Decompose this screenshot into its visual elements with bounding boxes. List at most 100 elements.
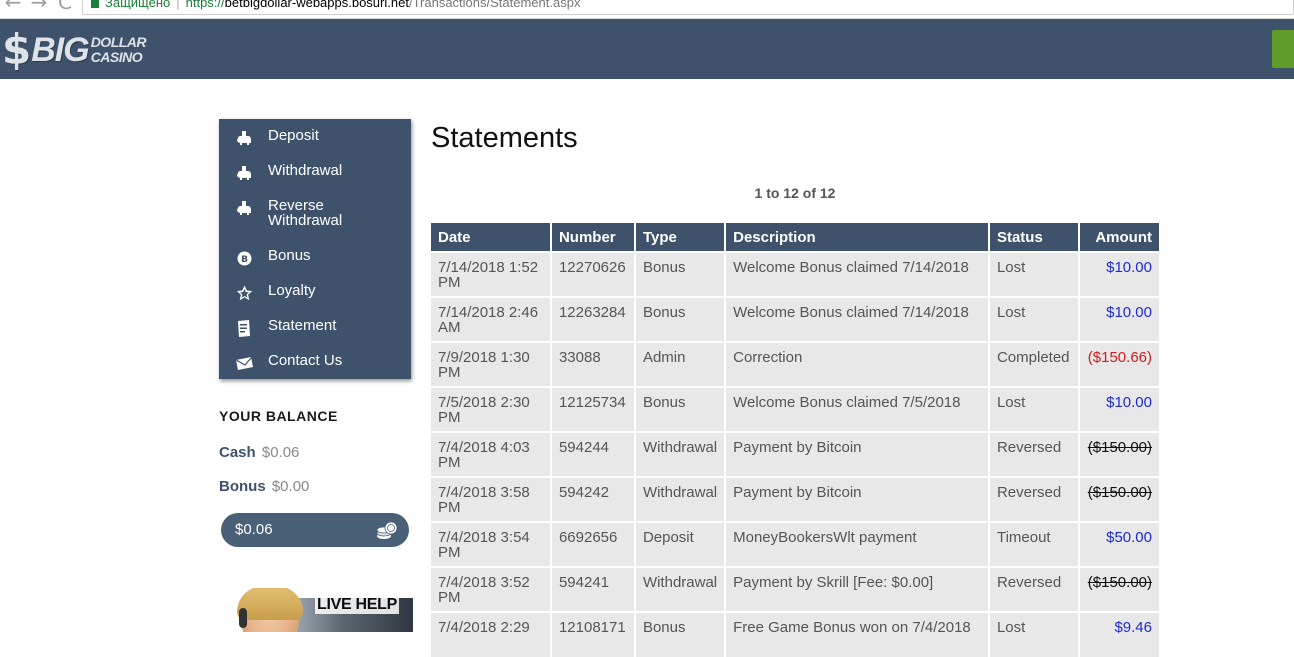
balance-heading: YOUR BALANCE (219, 408, 338, 424)
coins-icon (376, 520, 398, 540)
logo-line-1: DOLLAR (90, 34, 147, 50)
menu-item-loyalty[interactable]: Loyalty (219, 280, 411, 315)
amount-value: $10.00 (1106, 394, 1152, 411)
cell-description: Welcome Bonus claimed 7/14/2018 (725, 251, 990, 297)
url-host: betbigdollar-webapps.bosurl.net (224, 0, 409, 10)
cell-status: Lost (988, 611, 1080, 657)
site-logo[interactable]: $ BIG DOLLAR CASINO (2, 25, 147, 74)
menu-item-withdrawal[interactable]: Withdrawal (219, 160, 411, 195)
cell-description: Welcome Bonus claimed 7/5/2018 (725, 386, 990, 432)
cell-description: Payment by Bitcoin (725, 476, 990, 522)
browser-nav-buttons: ← → C (0, 0, 78, 14)
menu-item-label: Deposit (268, 127, 319, 144)
amount-value: ($150.00) (1087, 574, 1152, 591)
secure-label: Защищено (105, 0, 171, 10)
reload-icon[interactable]: C (52, 0, 78, 14)
amount-value: $50.00 (1106, 529, 1152, 546)
menu-item-reverse-withdrawal[interactable]: Reverse Withdrawal (219, 195, 411, 245)
menu-item-label: Withdrawal (268, 162, 343, 179)
bonus-value: $0.00 (271, 478, 310, 495)
logo-line-2: CASINO (90, 49, 143, 65)
cell-status: Reversed (988, 566, 1080, 612)
browser-toolbar: ← → C Защищено | https://betbigdollar-webapp… (0, 0, 1294, 19)
cell-number: 594244 (550, 431, 636, 477)
total-balance-pill[interactable]: $0.06 (221, 513, 409, 547)
cell-number: 6692656 (550, 521, 636, 567)
cell-type: Deposit (634, 521, 727, 567)
amount-value: ($150.66) (1087, 349, 1152, 366)
page-title: Statements (431, 122, 578, 154)
menu-item-bonus[interactable]: B Bonus (219, 245, 411, 280)
menu-item-statement[interactable]: Statement (219, 315, 411, 350)
bonus-coin-icon: B (235, 249, 253, 267)
menu-item-label: Statement (268, 317, 337, 334)
cell-amount: ($150.00) (1078, 431, 1159, 477)
url-separator: | (176, 0, 180, 10)
live-help-banner[interactable]: LIVE HELP (237, 588, 413, 632)
bonus-balance: Bonus $0.00 (219, 478, 309, 495)
menu-item-label: Contact Us (268, 352, 343, 369)
header-action-button[interactable] (1272, 30, 1294, 68)
amount-value: ($150.00) (1087, 439, 1152, 456)
statements-table: Date Number Type Description Status Amount 7/… (431, 223, 1159, 657)
lock-icon (91, 0, 99, 8)
amount-value: ($150.00) (1087, 484, 1152, 501)
piggy-bank-icon (235, 129, 253, 147)
cell-date: 7/4/2018 4:03 PM (431, 431, 552, 477)
cell-status: Lost (988, 251, 1080, 297)
piggy-bank-icon (235, 164, 253, 182)
cell-date: 7/9/2018 1:30 PM (431, 341, 552, 387)
cell-description: Free Game Bonus won on 7/4/2018 (725, 611, 990, 657)
logo-big-text: BIG (31, 30, 89, 69)
cash-balance: Cash $0.06 (219, 444, 299, 461)
amount-value: $10.00 (1106, 259, 1152, 276)
column-header-status: Status (988, 223, 1080, 252)
table-row: 7/14/2018 1:52 PM 12270626 Bonus Welcome Bo… (431, 251, 1159, 297)
menu-item-label: Bonus (268, 247, 311, 264)
table-row: 7/9/2018 1:30 PM 33088 Admin Correction Comp… (431, 341, 1159, 387)
column-header-amount: Amount (1078, 223, 1159, 252)
document-icon (235, 319, 253, 337)
cell-date: 7/4/2018 3:58 PM (431, 476, 552, 522)
cell-amount: $10.00 (1078, 251, 1159, 297)
table-row: 7/4/2018 4:03 PM 594244 Withdrawal Payment … (431, 431, 1159, 477)
account-menu: Deposit Withdrawal Reverse Withdrawal B … (219, 119, 411, 379)
table-row: 7/14/2018 2:46 AM 12263284 Bonus Welcome Bo… (431, 296, 1159, 342)
forward-arrow-icon[interactable]: → (26, 0, 52, 14)
table-row: 7/4/2018 3:58 PM 594242 Withdrawal Payment … (431, 476, 1159, 522)
cell-description: Payment by Skrill [Fee: $0.00] (725, 566, 990, 612)
pagination-summary: 1 to 12 of 12 (754, 185, 836, 201)
cell-amount: $50.00 (1078, 521, 1159, 567)
piggy-bank-icon (235, 199, 253, 217)
cash-value: $0.06 (261, 444, 300, 461)
cell-type: Bonus (634, 251, 727, 297)
menu-item-contact-us[interactable]: Contact Us (219, 350, 411, 385)
cell-number: 12263284 (550, 296, 636, 342)
cell-amount: $9.46 (1078, 611, 1159, 657)
cell-status: Lost (988, 296, 1080, 342)
amount-value: $10.00 (1106, 304, 1152, 321)
back-arrow-icon[interactable]: ← (0, 0, 26, 14)
cell-type: Bonus (634, 386, 727, 432)
cell-date: 7/4/2018 2:29 (431, 611, 552, 657)
cell-date: 7/5/2018 2:30 PM (431, 386, 552, 432)
live-help-label: LIVE HELP (315, 596, 399, 614)
star-icon (235, 284, 253, 302)
address-bar[interactable]: Защищено | https://betbigdollar-webapps.bo… (82, 0, 1294, 15)
cell-date: 7/4/2018 3:52 PM (431, 566, 552, 612)
menu-item-label: Reverse Withdrawal (268, 197, 343, 229)
logo-dollar-symbol: $ (2, 25, 32, 74)
cash-label: Cash (219, 444, 256, 461)
table-header-row: Date Number Type Description Status Amount (431, 223, 1159, 252)
cell-type: Withdrawal (634, 476, 727, 522)
cell-number: 594242 (550, 476, 636, 522)
cell-type: Bonus (634, 611, 727, 657)
headset-icon (239, 608, 247, 628)
cell-status: Reversed (988, 431, 1080, 477)
table-row: 7/4/2018 3:52 PM 594241 Withdrawal Payment … (431, 566, 1159, 612)
table-row: 7/4/2018 3:54 PM 6692656 Deposit MoneyBooke… (431, 521, 1159, 567)
cell-amount: $10.00 (1078, 386, 1159, 432)
cell-description: Correction (725, 341, 990, 387)
menu-item-deposit[interactable]: Deposit (219, 125, 411, 160)
cell-type: Admin (634, 341, 727, 387)
